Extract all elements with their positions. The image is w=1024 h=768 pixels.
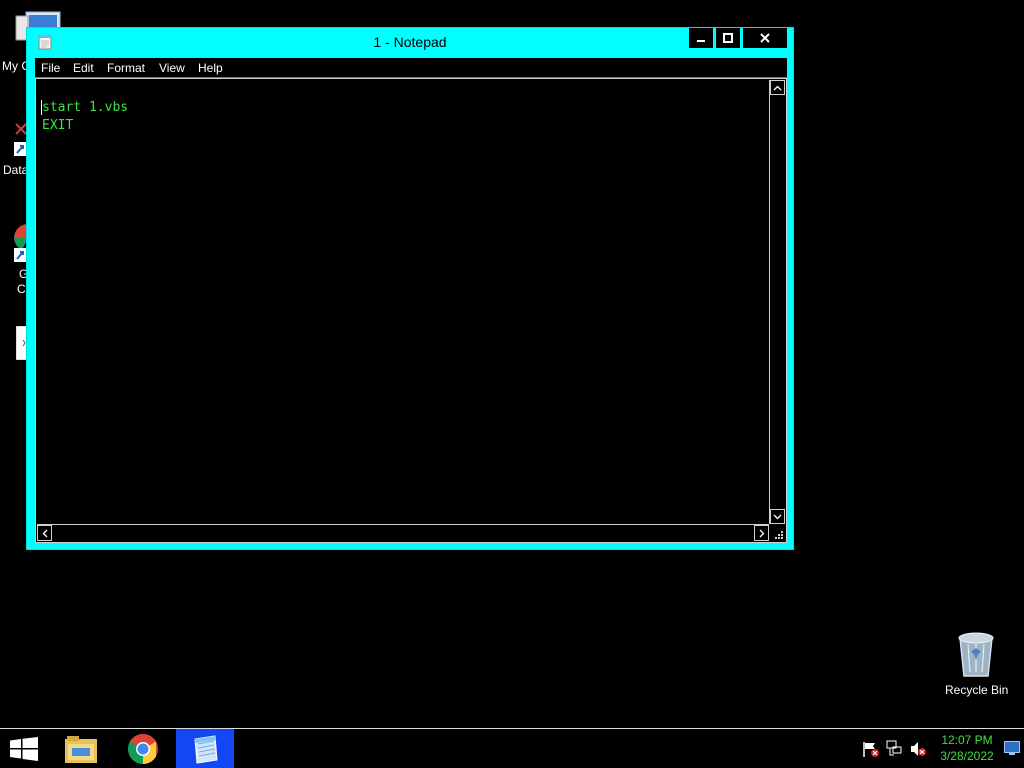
recycle-bin-icon bbox=[958, 632, 994, 677]
taskbar-file-explorer[interactable] bbox=[58, 729, 104, 768]
minimize-button[interactable] bbox=[689, 28, 713, 48]
title-bar[interactable]: 1 - Notepad bbox=[27, 28, 793, 58]
maximize-button[interactable] bbox=[716, 28, 740, 48]
resize-grip-icon bbox=[775, 531, 783, 539]
window-title: 1 - Notepad bbox=[373, 34, 447, 50]
clock-time: 12:07 PM bbox=[941, 733, 993, 747]
start-button[interactable] bbox=[0, 729, 48, 768]
text-area[interactable]: start 1.vbs EXIT bbox=[35, 78, 787, 543]
volume-muted-icon[interactable] bbox=[909, 740, 927, 758]
maximize-icon bbox=[723, 33, 733, 43]
text-line: start 1.vbs bbox=[42, 100, 129, 115]
network-icon[interactable] bbox=[885, 740, 903, 758]
desktop-icon-label-line2: C bbox=[17, 282, 26, 296]
desktop-icon-recycle-bin[interactable]: Recycle Bin bbox=[940, 630, 1012, 700]
horizontal-scrollbar[interactable] bbox=[37, 524, 769, 541]
menu-format[interactable]: Format bbox=[107, 61, 145, 75]
vertical-scrollbar[interactable] bbox=[769, 80, 785, 524]
scroll-up-button[interactable] bbox=[770, 80, 785, 95]
action-center-flag-icon[interactable] bbox=[862, 740, 880, 758]
chevron-left-icon bbox=[42, 529, 47, 537]
windows-logo-icon bbox=[10, 736, 38, 761]
menu-help[interactable]: Help bbox=[198, 61, 223, 75]
taskbar-chrome[interactable] bbox=[120, 729, 166, 768]
chevron-up-icon bbox=[773, 85, 782, 90]
show-desktop-icon[interactable] bbox=[1004, 741, 1020, 755]
close-button[interactable] bbox=[743, 28, 787, 48]
menu-edit[interactable]: Edit bbox=[73, 61, 94, 75]
minimize-icon bbox=[697, 40, 705, 42]
text-caret bbox=[41, 100, 42, 115]
menu-file[interactable]: File bbox=[41, 61, 60, 75]
scroll-right-button[interactable] bbox=[754, 525, 769, 541]
chrome-icon bbox=[127, 733, 158, 764]
file-explorer-icon bbox=[65, 735, 97, 763]
clock-date: 3/28/2022 bbox=[940, 749, 994, 763]
menu-view[interactable]: View bbox=[159, 61, 185, 75]
scroll-left-button[interactable] bbox=[37, 525, 52, 541]
close-icon bbox=[760, 33, 770, 43]
resize-grip[interactable] bbox=[769, 524, 785, 541]
taskbar: 12:07 PM 3/28/2022 bbox=[0, 728, 1024, 768]
recycle-bin-label: Recycle Bin bbox=[945, 683, 1009, 697]
text-line: EXIT bbox=[42, 118, 74, 133]
chevron-right-icon bbox=[759, 529, 764, 537]
taskbar-notepad-active[interactable] bbox=[176, 729, 234, 768]
notepad-window: 1 - Notepad File Edit Format View Help s… bbox=[26, 27, 794, 550]
chevron-down-icon bbox=[773, 514, 782, 519]
desktop-icon-label: Data bbox=[3, 163, 29, 177]
text-editor[interactable]: start 1.vbs EXIT bbox=[42, 99, 762, 509]
notepad-icon bbox=[194, 734, 218, 764]
menu-bar: File Edit Format View Help bbox=[35, 58, 787, 78]
desktop: { "desktop": { "icons": [ {"label": "My … bbox=[0, 0, 1024, 768]
scroll-down-button[interactable] bbox=[770, 509, 785, 524]
system-clock[interactable]: 12:07 PM 3/28/2022 bbox=[934, 732, 1000, 764]
